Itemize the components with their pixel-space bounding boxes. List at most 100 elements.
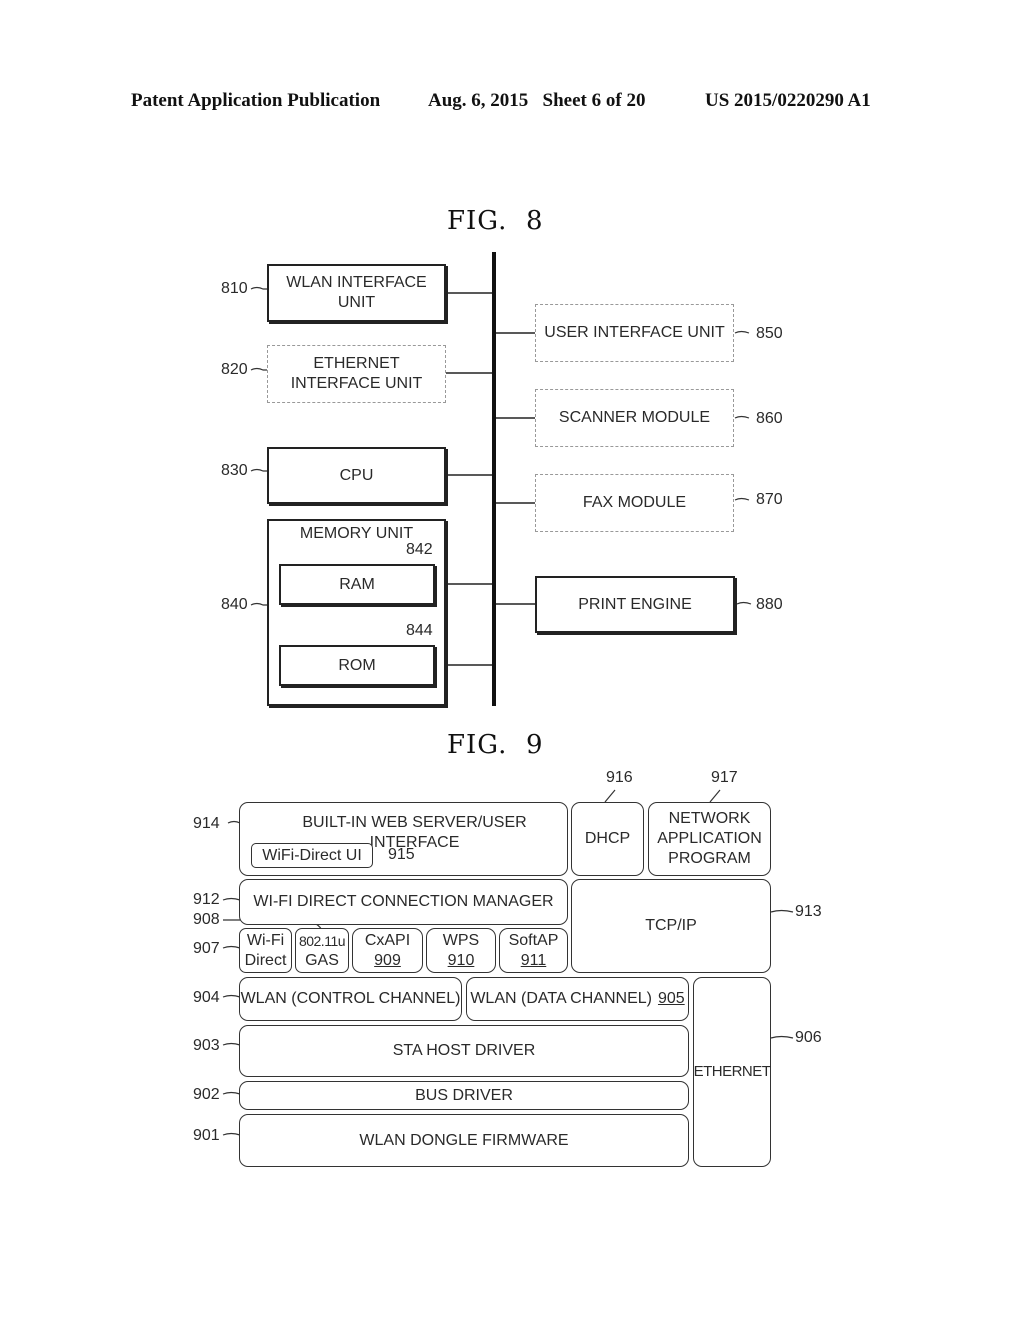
rom-label: ROM <box>338 656 376 674</box>
ref-810: 810 <box>221 280 248 297</box>
leader-830 <box>250 468 267 472</box>
leader-903 <box>222 1042 241 1046</box>
gas-label-line2: GAS <box>305 951 339 969</box>
gas-label-line1: 802.11u <box>298 932 346 949</box>
network-application-program-block: NETWORK APPLICATION PROGRAM <box>648 802 771 876</box>
leader-820 <box>250 367 267 371</box>
ethernet-interface-unit-label-line2: INTERFACE UNIT <box>290 375 423 392</box>
wifi-direct-ui-block: WiFi-Direct UI <box>251 843 373 868</box>
wifi-direct-label-line2: Direct <box>244 951 287 969</box>
ref-840: 840 <box>221 596 248 613</box>
print-engine: PRINT ENGINE <box>535 576 735 633</box>
gas-802-11u-block: 802.11u GAS <box>295 928 349 973</box>
ref-906: 906 <box>795 1029 822 1046</box>
wlan-dongle-firmware-block: WLAN DONGLE FIRMWARE <box>239 1114 689 1167</box>
bus-driver-block: BUS DRIVER <box>239 1081 689 1110</box>
wlan-interface-unit: WLAN INTERFACE UNIT <box>267 264 446 322</box>
softap-label: SoftAP <box>508 931 559 949</box>
leader-916 <box>604 789 616 803</box>
ref-907: 907 <box>193 940 220 957</box>
leader-901 <box>222 1132 241 1136</box>
print-engine-label: PRINT ENGINE <box>578 595 692 613</box>
ref-904: 904 <box>193 989 220 1006</box>
wifi-direct-label-line1: Wi-Fi <box>246 931 285 949</box>
leader-906 <box>770 1035 794 1039</box>
system-bus <box>492 252 496 706</box>
ref-902: 902 <box>193 1086 220 1103</box>
memory-unit-label: MEMORY UNIT <box>299 525 414 542</box>
sta-host-driver-label: STA HOST DRIVER <box>392 1042 536 1059</box>
scanner-module: SCANNER MODULE <box>535 389 734 447</box>
leader-907 <box>222 945 241 949</box>
ethernet-block: ETHERNET <box>693 977 771 1167</box>
wifi-direct-ui-label: WiFi-Direct UI <box>262 846 362 864</box>
leader-913 <box>770 909 794 913</box>
ram-label: RAM <box>339 575 375 593</box>
wlan-data-channel-block: WLAN (DATA CHANNEL) 905 <box>466 977 689 1021</box>
user-interface-unit: USER INTERFACE UNIT <box>535 304 734 362</box>
ref-915: 915 <box>388 846 415 863</box>
leader-904 <box>222 994 241 998</box>
dhcp-block: DHCP <box>571 802 644 876</box>
wlan-data-channel-label: WLAN (DATA CHANNEL) <box>470 990 652 1007</box>
ref-901: 901 <box>193 1127 220 1144</box>
scanner-module-label: SCANNER MODULE <box>558 409 711 426</box>
network-app-label-line1: NETWORK <box>668 810 751 827</box>
sta-host-driver-block: STA HOST DRIVER <box>239 1025 689 1077</box>
connection-manager-label: WI-FI DIRECT CONNECTION MANAGER <box>253 893 554 910</box>
ref-914: 914 <box>193 815 220 832</box>
publication-number: US 2015/0220290 A1 <box>705 90 871 111</box>
wlan-dongle-firmware-label: WLAN DONGLE FIRMWARE <box>359 1131 569 1149</box>
cxapi-ref: 909 <box>374 951 401 969</box>
wlan-interface-unit-label-line2: UNIT <box>337 294 376 311</box>
leader-880 <box>736 601 752 605</box>
wps-ref: 910 <box>447 951 475 969</box>
cpu-label: CPU <box>339 466 374 484</box>
leader-917 <box>709 789 721 803</box>
ref-880: 880 <box>756 596 783 613</box>
wlan-control-channel-label: WLAN (CONTROL CHANNEL) <box>240 990 461 1007</box>
tcp-ip-label: TCP/IP <box>645 917 697 934</box>
wlan-interface-unit-label-line1: WLAN INTERFACE <box>286 274 427 291</box>
fax-module-label: FAX MODULE <box>582 494 687 511</box>
ref-850: 850 <box>756 325 783 342</box>
leader-840 <box>250 602 267 606</box>
leader-870 <box>734 497 750 501</box>
publication-date-sheet: Aug. 6, 2015 Sheet 6 of 20 <box>428 90 646 111</box>
rom-block: ROM <box>279 645 435 686</box>
wlan-control-channel-block: WLAN (CONTROL CHANNEL) <box>239 977 462 1021</box>
ref-870: 870 <box>756 491 783 508</box>
ref-860: 860 <box>756 410 783 427</box>
fig8-title: FIG. 8 <box>447 206 544 236</box>
cxapi-block: CxAPI 909 <box>352 928 423 973</box>
fig9-title: FIG. 9 <box>447 730 544 760</box>
leader-902 <box>222 1091 241 1095</box>
leader-850 <box>734 330 750 334</box>
ref-820: 820 <box>221 361 248 378</box>
fax-module: FAX MODULE <box>535 474 734 532</box>
tcp-ip-block: TCP/IP <box>571 879 771 973</box>
softap-ref: 911 <box>520 951 547 969</box>
wlan-data-channel-ref: 905 <box>657 990 685 1007</box>
leader-810 <box>250 286 267 290</box>
ref-844: 844 <box>406 622 433 639</box>
wps-block: WPS 910 <box>426 928 496 973</box>
softap-block: SoftAP 911 <box>499 928 568 973</box>
leader-860 <box>734 415 750 419</box>
ethernet-label: ETHERNET <box>693 1063 771 1080</box>
ref-908: 908 <box>193 911 220 928</box>
ref-830: 830 <box>221 462 248 479</box>
ref-913: 913 <box>795 903 822 920</box>
ref-917: 917 <box>711 769 738 786</box>
ref-912: 912 <box>193 891 220 908</box>
ref-916: 916 <box>606 769 633 786</box>
network-app-label-line3: PROGRAM <box>668 850 751 867</box>
leader-912 <box>222 897 241 901</box>
network-app-label-line2: APPLICATION <box>657 830 762 847</box>
wps-label: WPS <box>442 931 480 949</box>
cxapi-label: CxAPI <box>364 931 411 949</box>
ethernet-interface-unit-label-line1: ETHERNET <box>313 355 400 372</box>
bus-driver-label: BUS DRIVER <box>415 1086 513 1104</box>
cpu-block: CPU <box>267 447 446 504</box>
publication-type: Patent Application Publication <box>131 90 381 111</box>
